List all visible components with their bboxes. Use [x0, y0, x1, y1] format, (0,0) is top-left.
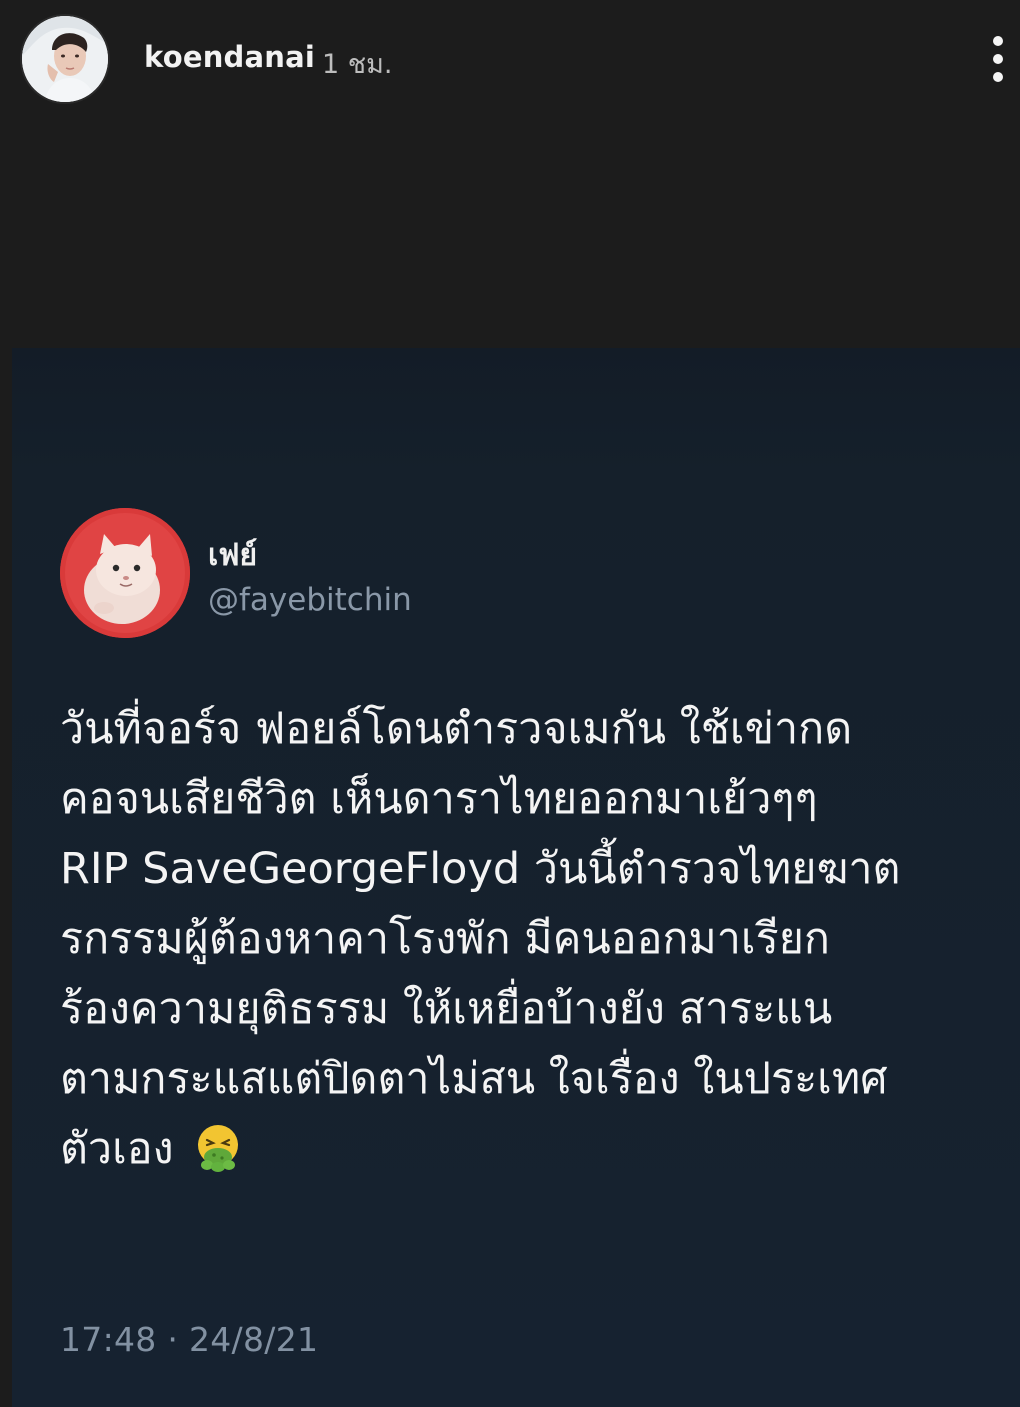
- tweet-line-last: ตัวเอง: [60, 1114, 1000, 1184]
- user-photo-icon: [22, 16, 108, 102]
- cat-avatar-icon: [60, 508, 190, 638]
- tweet-body: วันที่จอร์จ ฟอยล์โดนตำรวจเมกัน ใช้เข่ากด…: [60, 694, 1000, 1184]
- more-dot: [993, 54, 1003, 64]
- more-dot: [993, 72, 1003, 82]
- tweet-line: ร้องความยุติธรรม ให้เหยื่อบ้างยัง สาระแน: [60, 984, 833, 1034]
- instagram-story: koendanai 1 ชม. เฟย์ @fayebitchin วันที่…: [0, 0, 1020, 1407]
- tweet-screenshot: เฟย์ @fayebitchin วันที่จอร์จ ฟอยล์โดนตำ…: [12, 348, 1020, 1407]
- tweet-line: RIP SaveGeorgeFloyd วันนี้ตำรวจไทยฆาต: [60, 844, 901, 894]
- story-time: 1 ชม.: [322, 49, 393, 80]
- tweet-handle: @fayebitchin: [208, 582, 412, 618]
- nauseated-face-icon: [198, 1125, 239, 1172]
- tweet-display-name: เฟย์: [208, 538, 258, 573]
- tweet-line: วันที่จอร์จ ฟอยล์โดนตำรวจเมกัน ใช้เข่ากด: [60, 704, 853, 754]
- tweet-line: คอจนเสียชีวิต เห็นดาราไทยออกมาเย้วๆๆ: [60, 774, 818, 824]
- tweet-line-text: ตัวเอง: [60, 1124, 174, 1174]
- tweet-line: รกรรมผู้ต้องหาคาโรงพัก มีคนออกมาเรียก: [60, 914, 830, 964]
- story-username[interactable]: koendanai: [144, 40, 315, 74]
- tweet-timestamp: 17:48 · 24/8/21: [60, 1320, 319, 1359]
- tweet-avatar: [60, 508, 190, 638]
- story-header: koendanai 1 ชม.: [0, 0, 1020, 120]
- more-vertical-icon[interactable]: [980, 28, 1016, 90]
- tweet-line: ตามกระแสแต่ปิดตาไม่สน ใจเรื่อง ในประเทศ: [60, 1054, 888, 1104]
- more-dot: [993, 36, 1003, 46]
- story-avatar[interactable]: [20, 14, 110, 104]
